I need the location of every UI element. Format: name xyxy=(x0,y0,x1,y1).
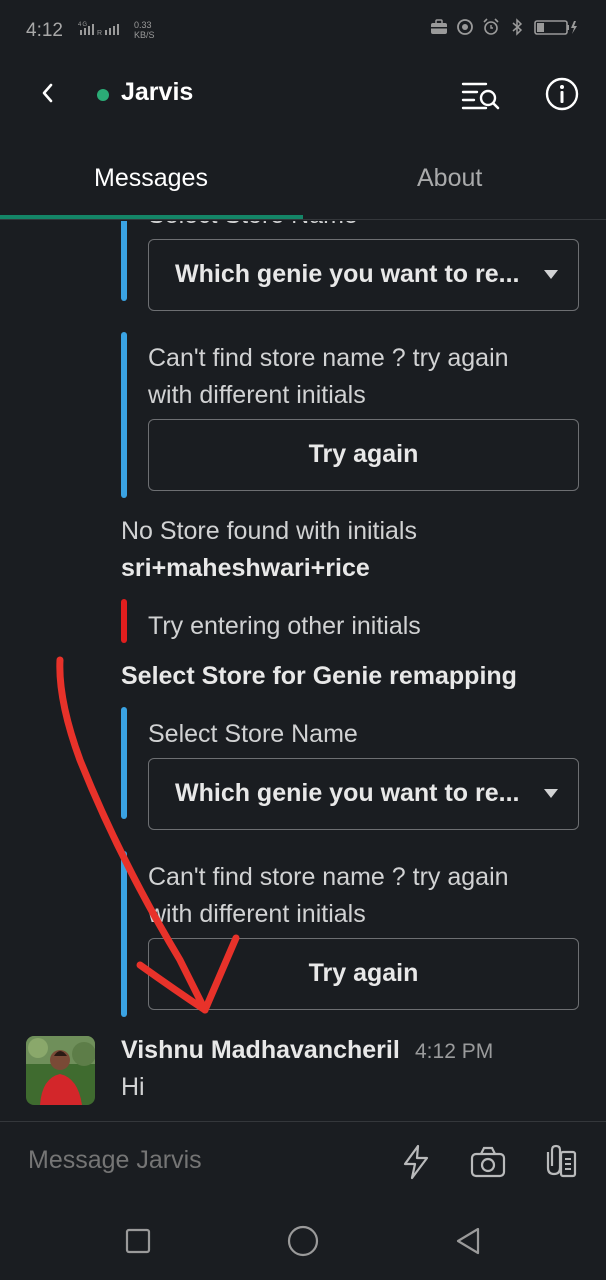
no-store-initials: sri+maheshwari+rice xyxy=(121,554,370,582)
search-messages-icon xyxy=(461,82,500,110)
avatar[interactable] xyxy=(26,1036,95,1105)
caret-down-icon xyxy=(544,270,558,279)
avatar-photo xyxy=(26,1036,95,1105)
back-button[interactable] xyxy=(30,74,70,114)
tab-messages[interactable]: Messages xyxy=(94,164,208,193)
store-select-placeholder: Which genie you want to re... xyxy=(175,779,520,807)
status-bar: 4:12 4G R 0.33 KB/S xyxy=(0,0,606,62)
store-select-dropdown[interactable]: Which genie you want to re... xyxy=(148,239,579,311)
message-text: Hi xyxy=(121,1073,145,1101)
caret-down-icon xyxy=(544,789,558,798)
error-bar xyxy=(121,599,127,643)
attachment-bar xyxy=(121,332,127,498)
attachment-icon xyxy=(546,1144,577,1178)
battery-icon xyxy=(534,20,577,35)
try-again-label: Try again xyxy=(308,440,419,468)
bluetooth-icon xyxy=(512,18,523,36)
store-select-dropdown[interactable]: Which genie you want to re... xyxy=(148,758,579,830)
back-triangle-icon xyxy=(456,1227,480,1255)
speed-value: 0.33 xyxy=(134,20,152,30)
camera-icon xyxy=(470,1146,506,1178)
system-nav-bar xyxy=(0,1203,606,1280)
cant-find-text-line1: Can't find store name ? try again xyxy=(148,863,509,891)
search-messages-button[interactable] xyxy=(460,76,502,112)
speed-unit: KB/S xyxy=(134,30,155,40)
try-again-label: Try again xyxy=(308,959,419,987)
attachment-bar xyxy=(121,707,127,819)
network-speed: 0.33 KB/S xyxy=(134,20,155,40)
svg-text:4G: 4G xyxy=(78,22,88,28)
status-time: 4:12 xyxy=(26,20,63,41)
signal-icon: 4G R xyxy=(78,20,130,39)
home-button[interactable] xyxy=(285,1223,321,1259)
cant-find-text-line1: Can't find store name ? try again xyxy=(148,344,509,372)
store-select-placeholder: Which genie you want to re... xyxy=(175,260,520,288)
lightning-icon xyxy=(403,1144,429,1180)
select-store-label: Select Store Name xyxy=(148,720,358,748)
info-icon xyxy=(545,77,579,111)
tab-about[interactable]: About xyxy=(417,164,482,193)
sender-name[interactable]: Vishnu Madhavancheril xyxy=(121,1036,400,1065)
no-store-text: No Store found with initials xyxy=(121,517,417,545)
try-again-button[interactable]: Try again xyxy=(148,419,579,491)
svg-text:R: R xyxy=(97,30,103,36)
message-composer xyxy=(0,1121,606,1203)
conversation-header: Jarvis xyxy=(0,62,606,126)
attachment-bar xyxy=(121,221,127,301)
select-store-label: Select Store Name xyxy=(148,221,358,234)
active-tab-indicator xyxy=(0,215,303,219)
recents-square-icon xyxy=(125,1228,151,1254)
shortcuts-button[interactable] xyxy=(396,1142,436,1182)
alarm-icon xyxy=(483,18,499,35)
try-other-initials-text: Try entering other initials xyxy=(148,612,421,640)
try-again-button[interactable]: Try again xyxy=(148,938,579,1010)
camera-button[interactable] xyxy=(468,1142,508,1182)
recents-button[interactable] xyxy=(120,1223,156,1259)
info-button[interactable] xyxy=(542,74,582,114)
briefcase-icon xyxy=(431,19,447,34)
message-input[interactable] xyxy=(28,1146,368,1175)
data-saver-icon xyxy=(457,19,473,35)
home-circle-icon xyxy=(287,1225,319,1257)
attach-button[interactable] xyxy=(540,1142,580,1182)
remap-heading: Select Store for Genie remapping xyxy=(121,662,517,690)
back-arrow-icon xyxy=(42,83,53,103)
cant-find-text-line2: with different initials xyxy=(148,381,366,409)
attachment-bar xyxy=(121,851,127,1017)
nav-back-button[interactable] xyxy=(450,1223,486,1259)
cant-find-text-line2: with different initials xyxy=(148,900,366,928)
tab-bar: Messages About xyxy=(0,140,606,220)
message-timestamp: 4:12 PM xyxy=(415,1040,494,1063)
message-list[interactable]: Select Store Name Which genie you want t… xyxy=(0,221,606,1121)
conversation-title[interactable]: Jarvis xyxy=(121,78,193,107)
presence-indicator xyxy=(97,89,109,101)
status-icons xyxy=(430,18,578,36)
